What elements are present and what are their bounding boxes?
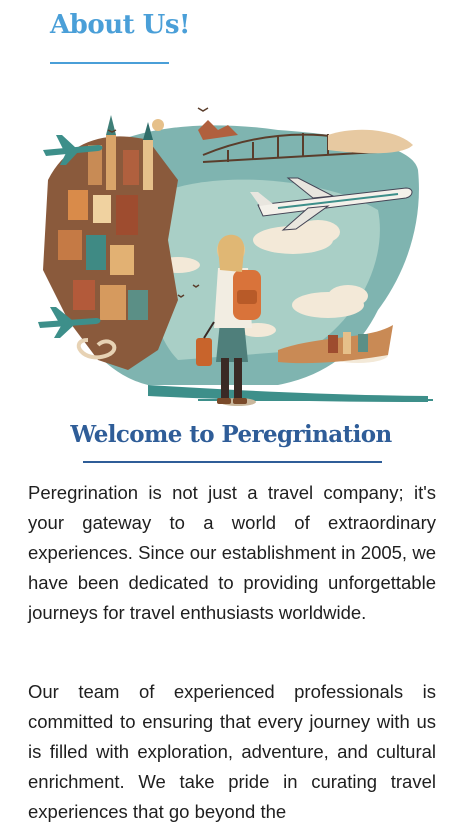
heading-underline <box>50 62 169 64</box>
welcome-title: Welcome to Peregrination <box>70 421 392 448</box>
hero-illustration <box>38 107 433 406</box>
team-paragraph: Our team of experienced professionals is… <box>28 681 436 822</box>
welcome-title-underline <box>83 461 382 463</box>
page-heading: About Us! <box>50 10 190 40</box>
intro-paragraph: Peregrination is not just a travel compa… <box>28 482 436 623</box>
